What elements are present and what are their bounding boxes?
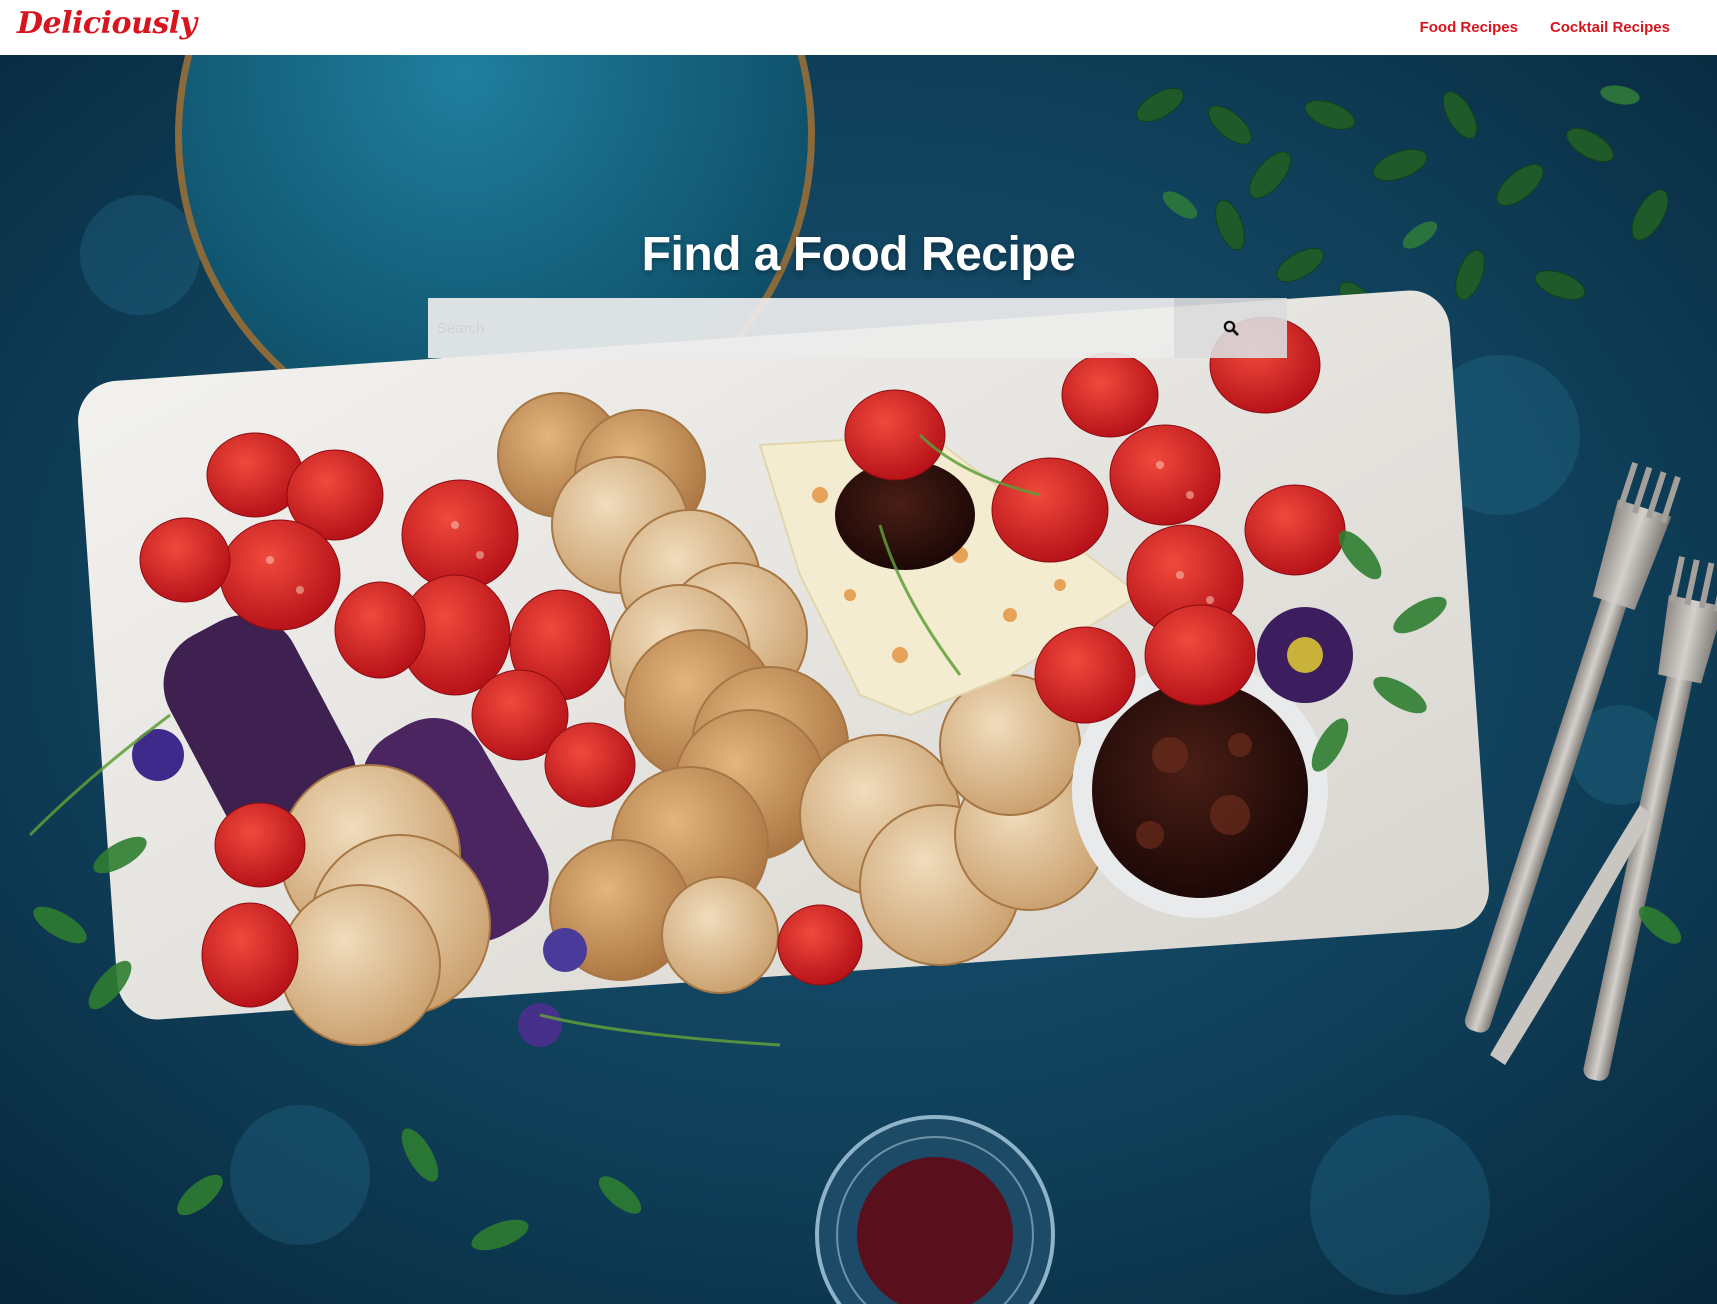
brand-logo[interactable]: Deliciously <box>17 6 197 41</box>
search-bar <box>428 298 1287 358</box>
top-navbar: Deliciously Food Recipes Cocktail Recipe… <box>0 0 1717 55</box>
nav-link-food-recipes[interactable]: Food Recipes <box>1420 19 1518 36</box>
search-input[interactable] <box>428 298 1174 358</box>
hero-title: Find a Food Recipe <box>641 228 1076 281</box>
nav-links: Food Recipes Cocktail Recipes <box>1420 19 1670 36</box>
hero-section: Find a Food Recipe <box>0 55 1717 1304</box>
search-icon <box>1223 320 1239 336</box>
search-button[interactable] <box>1174 298 1287 358</box>
nav-link-cocktail-recipes[interactable]: Cocktail Recipes <box>1550 19 1670 36</box>
